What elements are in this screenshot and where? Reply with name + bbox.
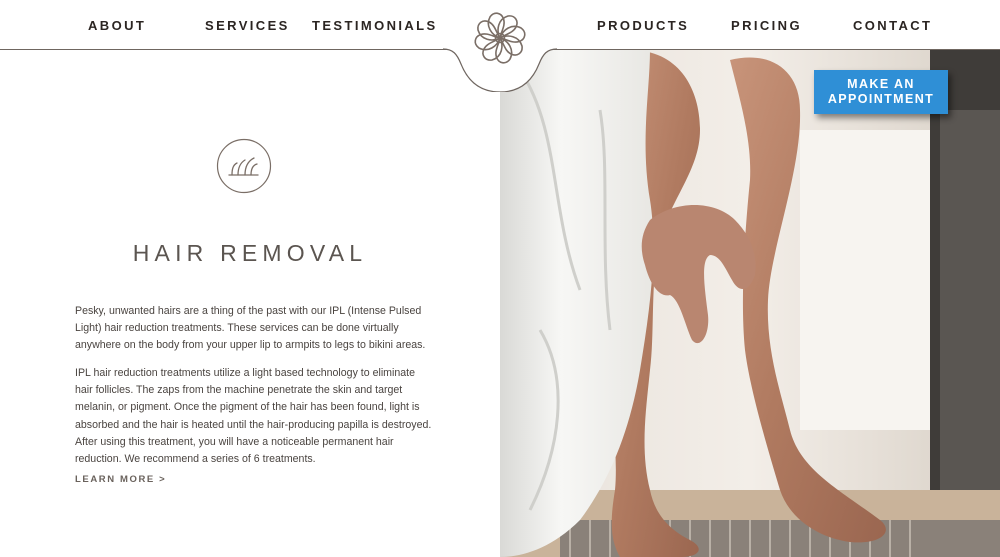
hero-photo [500,50,1000,557]
nav-pricing-link[interactable]: PRICING [731,18,802,33]
nav-about-link[interactable]: ABOUT [88,18,146,33]
legs-in-robe-illustration [500,50,1000,557]
service-intro-paragraph: Pesky, unwanted hairs are a thing of the… [75,305,426,352]
nav-testimonials-link[interactable]: TESTIMONIALS [312,18,438,33]
make-appointment-button[interactable]: MAKE AN APPOINTMENT [814,70,948,114]
make-appointment-line2: APPOINTMENT [827,92,935,106]
nav-services-link[interactable]: SERVICES [205,18,290,33]
hair-follicle-icon [216,138,272,194]
learn-more-link[interactable]: LEARN MORE > [75,474,166,485]
service-detail-paragraph: IPL hair reduction treatments utilize a … [75,367,432,466]
nav-products-link[interactable]: PRODUCTS [597,18,689,33]
logo[interactable] [443,8,557,92]
make-appointment-line1: MAKE AN [847,77,915,91]
service-title: HAIR REMOVAL [132,240,368,266]
nav-contact-link[interactable]: CONTACT [853,18,932,33]
